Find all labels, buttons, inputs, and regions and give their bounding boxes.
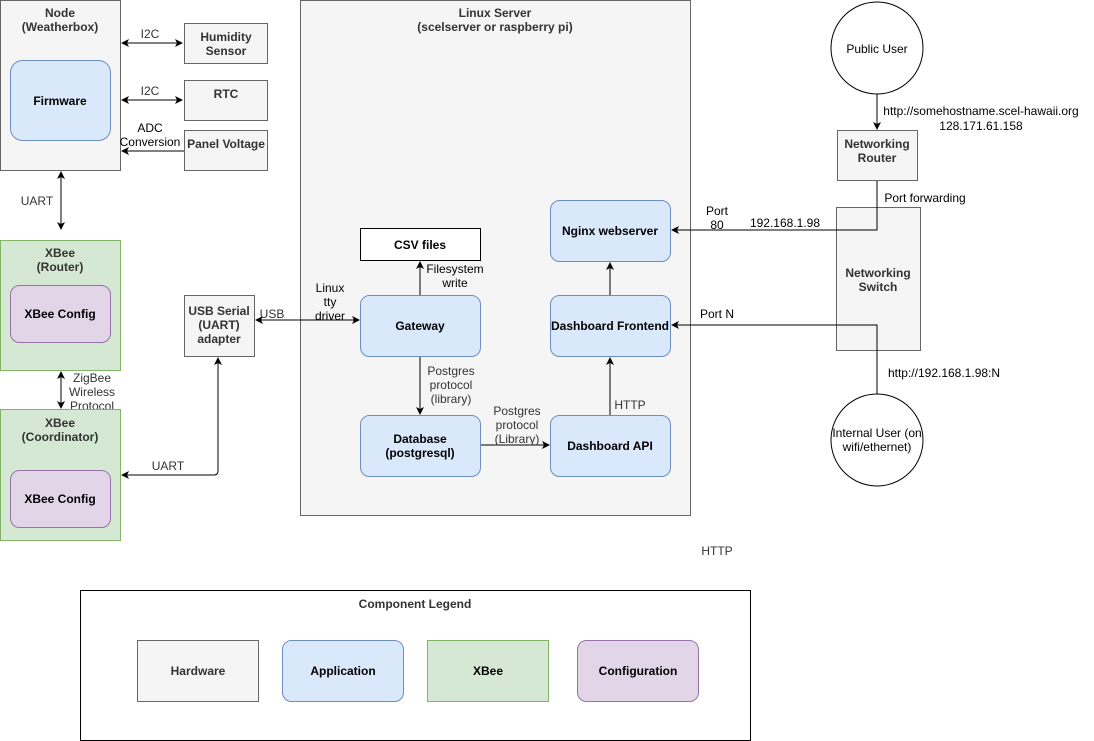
svg-text:Gateway: Gateway [395, 319, 445, 333]
svg-text:192.168.1.98: 192.168.1.98 [750, 216, 820, 230]
svg-text:Port80: Port 80 [706, 204, 729, 232]
svg-text:Port forwarding: Port forwarding [884, 191, 965, 205]
public-user: Public User [830, 1, 924, 95]
zigbee-label: ZigBee Wireless Protocol [69, 371, 115, 413]
svg-text:Hardware: Hardware [171, 664, 226, 678]
svg-text:Port N: Port N [700, 307, 734, 321]
xbee-coordinator: XBee (Coordinator) XBee Config [0, 409, 121, 541]
svg-text:UART: UART [152, 459, 185, 473]
svg-text:Database(postgresql): Database (postgresql) [385, 432, 454, 460]
rtc: RTC [184, 80, 268, 121]
nginx-webserver: Nginx webserver [550, 200, 671, 262]
svg-text:Internal User (onwifi/ethernet: Internal User (on wifi/ethernet) [832, 426, 921, 454]
svg-text:Public User: Public User [846, 42, 907, 56]
svg-text:Nginx webserver: Nginx webserver [562, 224, 658, 238]
svg-text:XBee Config: XBee Config [24, 492, 95, 506]
svg-text:Component Legend: Component Legend [359, 597, 472, 611]
svg-text:Configuration: Configuration [599, 664, 678, 678]
http-label: HTTP [701, 544, 732, 558]
firmware-label: Firmware [33, 94, 87, 108]
node-weatherbox: Node (Weatherbox) Firmware [0, 0, 121, 171]
panel-voltage: Panel Voltage [184, 130, 268, 171]
svg-text:I2C: I2C [141, 27, 160, 41]
database: Database (postgresql) [360, 415, 481, 477]
architecture-diagram: Linux Server (scelserver or raspberry pi)… [0, 0, 1079, 741]
svg-text:ADCConversion: ADC Conversion [120, 121, 181, 149]
svg-text:XBee Config: XBee Config [24, 307, 95, 321]
humidity-sensor: Humidity Sensor [184, 23, 268, 64]
svg-text:Postgresprotocol(library): Postgres protocol (library) [427, 364, 474, 406]
svg-text:Dashboard Frontend: Dashboard Frontend [551, 319, 669, 333]
dashboard-frontend: Dashboard Frontend [550, 295, 671, 357]
svg-text:http://somehostname.scel-hawai: http://somehostname.scel-hawaii.org 128.1… [883, 104, 1078, 133]
svg-text:HumiditySensor: Humidity Sensor [200, 30, 252, 58]
svg-text:Application: Application [310, 664, 375, 678]
svg-text:CSV files: CSV files [394, 238, 446, 252]
xbee-router: XBee (Router) XBee Config [0, 240, 121, 371]
internal-user: Internal User (on wifi/ethernet) [830, 393, 924, 487]
svg-text:http://192.168.1.98:N: http://192.168.1.98:N [888, 366, 1000, 380]
gateway: Gateway [360, 295, 481, 357]
networking-router: Networking Router [837, 130, 918, 181]
svg-text:HTTP: HTTP [614, 398, 645, 412]
svg-text:Panel Voltage: Panel Voltage [187, 137, 265, 151]
networking-switch: Networking Switch [836, 207, 921, 351]
usb-serial-adapter: USB Serial (UART) adapter [184, 295, 255, 357]
svg-text:USB: USB [260, 307, 285, 321]
svg-text:Postgresprotocol(Library): Postgres protocol (Library) [493, 404, 540, 446]
svg-text:RTC: RTC [214, 87, 239, 101]
svg-text:Dashboard API: Dashboard API [567, 439, 653, 453]
svg-text:UART: UART [21, 194, 54, 208]
dashboard-api: Dashboard API [550, 415, 671, 477]
svg-text:XBee: XBee [473, 664, 503, 678]
svg-text:I2C: I2C [141, 84, 160, 98]
csv-files: CSV files [360, 228, 481, 261]
component-legend: Component Legend Hardware Application XB… [80, 590, 751, 741]
